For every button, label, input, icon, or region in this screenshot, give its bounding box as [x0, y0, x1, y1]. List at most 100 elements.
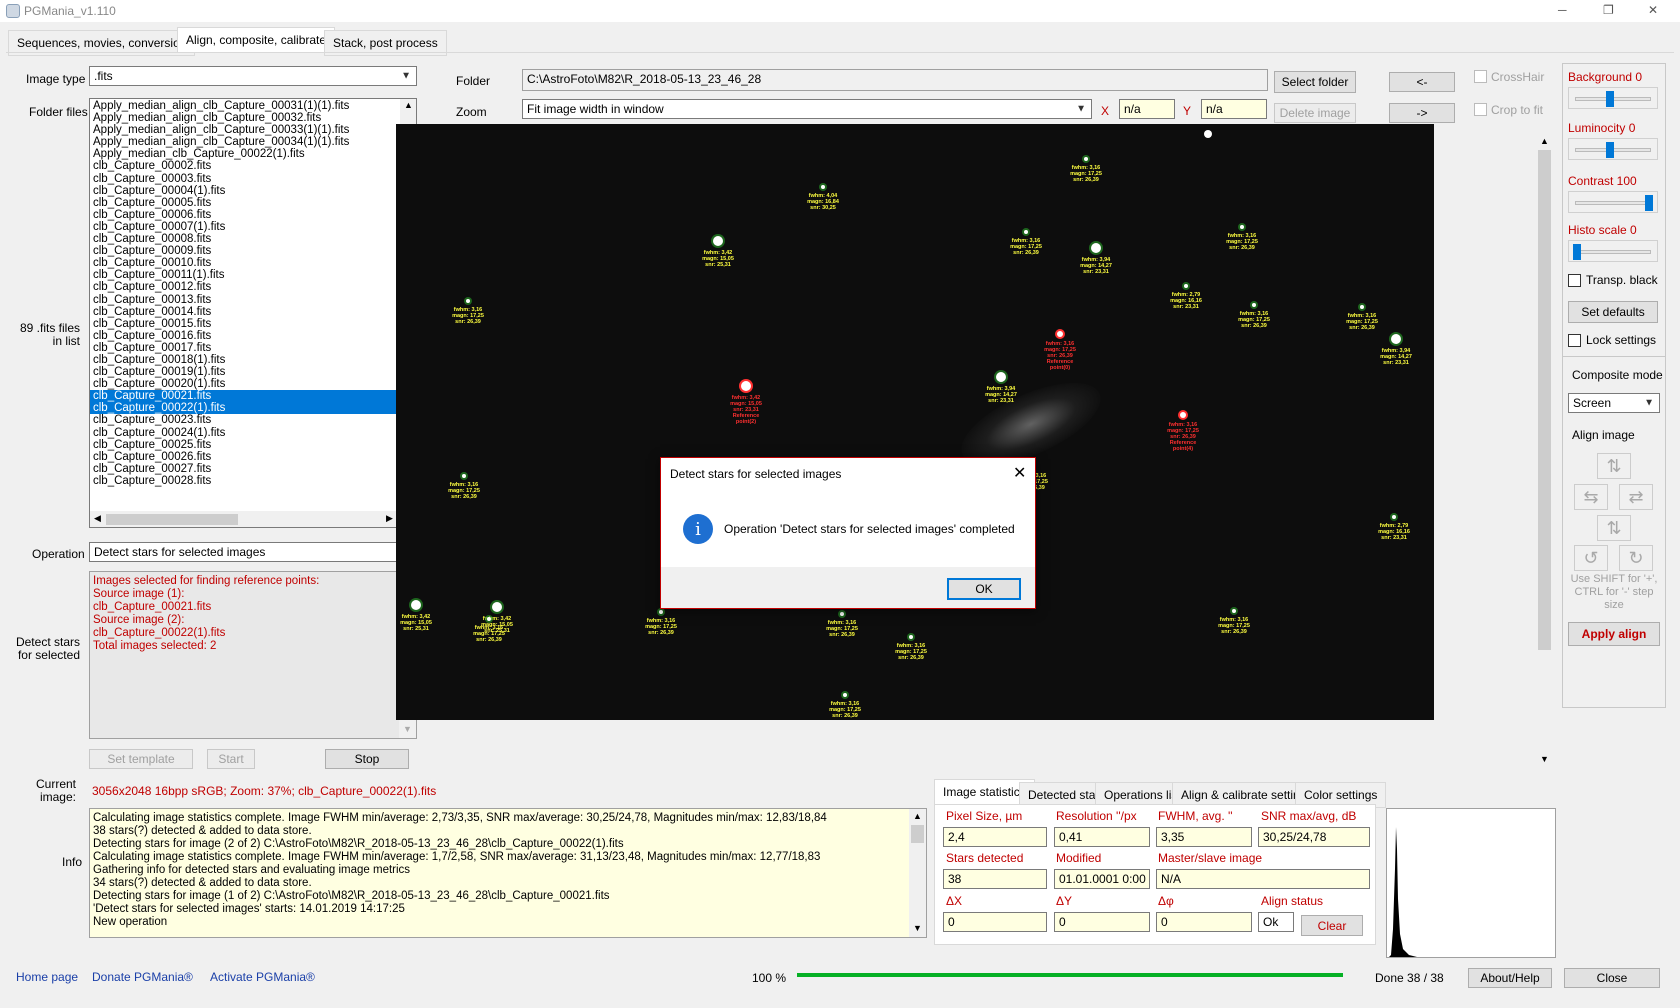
dx-field[interactable]: 0 [943, 912, 1047, 932]
file-list-item[interactable]: clb_Capture_00007(1).fits [90, 221, 400, 233]
file-list-item[interactable]: clb_Capture_00012.fits [90, 281, 400, 293]
slider-thumb[interactable] [1644, 195, 1653, 211]
delete-image-button[interactable]: Delete image [1274, 103, 1356, 123]
scroll-up-icon[interactable]: ▲ [913, 811, 922, 821]
file-list-item[interactable]: Apply_median_align_clb_Capture_00033(1)(… [90, 124, 400, 136]
image-scrollbar[interactable]: ▲ ▼ [1536, 136, 1553, 766]
stars-detected-field[interactable]: 38 [943, 869, 1047, 889]
apply-align-button[interactable]: Apply align [1568, 622, 1660, 646]
slider-thumb[interactable] [1606, 142, 1615, 158]
crosshair-checkbox[interactable] [1474, 70, 1487, 83]
maximize-icon[interactable]: ❐ [1603, 3, 1614, 17]
file-list-item[interactable]: clb_Capture_00017.fits [90, 342, 400, 354]
stop-button[interactable]: Stop [325, 749, 409, 769]
luminocity-slider[interactable] [1568, 138, 1658, 160]
next-image-button[interactable]: -> [1389, 103, 1455, 123]
scroll-left-icon[interactable]: ◀ [94, 513, 101, 524]
file-list-item[interactable]: clb_Capture_00008.fits [90, 233, 400, 245]
select-folder-button[interactable]: Select folder [1274, 71, 1356, 93]
operation-select[interactable]: Detect stars for selected images▼ [89, 542, 417, 562]
lock-settings-checkbox[interactable] [1568, 334, 1581, 347]
close-button[interactable]: Close [1564, 968, 1660, 988]
file-list-item[interactable]: clb_Capture_00022(1).fits [90, 402, 400, 415]
snr-field[interactable]: 30,25/24,78 [1258, 827, 1370, 847]
file-list-item[interactable]: clb_Capture_00004(1).fits [90, 185, 400, 197]
activate-link[interactable]: Activate PGMania® [210, 970, 315, 984]
transp-black-checkbox[interactable] [1568, 274, 1581, 287]
file-list-item[interactable]: clb_Capture_00028.fits [90, 475, 400, 487]
about-help-button[interactable]: About/Help [1468, 968, 1552, 988]
file-list-item[interactable]: Apply_median_align_clb_Capture_00032.fit… [90, 112, 400, 124]
y-coordinate-field[interactable]: n/a [1201, 99, 1267, 119]
start-button[interactable]: Start [207, 749, 255, 769]
file-list-item[interactable]: clb_Capture_00026.fits [90, 451, 400, 463]
file-list-item[interactable]: clb_Capture_00023.fits [90, 414, 400, 426]
home-page-link[interactable]: Home page [16, 970, 78, 984]
scroll-down-icon[interactable]: ▼ [1540, 754, 1549, 764]
clear-button[interactable]: Clear [1301, 915, 1363, 936]
file-list-item[interactable]: clb_Capture_00002.fits [90, 160, 400, 172]
file-list-item[interactable]: clb_Capture_00010.fits [90, 257, 400, 269]
zoom-select[interactable]: Fit image width in window ▼ [522, 99, 1092, 119]
scroll-down-icon[interactable]: ▼ [913, 923, 922, 933]
file-list-item[interactable]: clb_Capture_00016.fits [90, 330, 400, 342]
file-list-item[interactable]: clb_Capture_00027.fits [90, 463, 400, 475]
set-template-button[interactable]: Set template [89, 749, 193, 769]
file-list-item[interactable]: clb_Capture_00014.fits [90, 306, 400, 318]
file-list-item[interactable]: clb_Capture_00003.fits [90, 173, 400, 185]
master-slave-field[interactable]: N/A [1156, 869, 1370, 889]
info-scroll-thumb[interactable] [911, 825, 924, 843]
dphi-field[interactable]: 0 [1156, 912, 1252, 932]
x-coordinate-field[interactable]: n/a [1119, 99, 1175, 119]
file-list-item[interactable]: clb_Capture_00020(1).fits [90, 378, 400, 390]
donate-link[interactable]: Donate PGMania® [92, 970, 193, 984]
resolution-field[interactable]: 0,41 [1054, 827, 1150, 847]
align-status-field[interactable]: Ok [1258, 912, 1294, 932]
background-slider[interactable] [1568, 87, 1658, 109]
file-list-item[interactable]: Apply_median_clb_Capture_00022(1).fits [90, 148, 400, 160]
fwhm-field[interactable]: 3,35 [1156, 827, 1252, 847]
align-up-down-icon[interactable]: ⇅ [1597, 453, 1631, 479]
rotate-ccw-icon[interactable]: ↺ [1574, 545, 1608, 571]
file-list-item[interactable]: clb_Capture_00009.fits [90, 245, 400, 257]
file-list-item[interactable]: Apply_median_align_clb_Capture_00034(1)(… [90, 136, 400, 148]
astro-image-canvas[interactable]: fwhm: 3,42 magn: 15,05 snr: 25,31 fwhm: 3,1… [396, 124, 1434, 720]
info-scrollbar[interactable]: ▲ ▼ [909, 809, 926, 937]
dy-field[interactable]: 0 [1054, 912, 1150, 932]
histo-scale-slider[interactable] [1568, 240, 1658, 262]
tab-align[interactable]: Align, composite, calibrate [177, 27, 336, 53]
rotate-cw-icon[interactable]: ↻ [1619, 545, 1653, 571]
file-list-item[interactable]: clb_Capture_00018(1).fits [90, 354, 400, 366]
file-list-item[interactable]: clb_Capture_00021.fits [90, 390, 400, 403]
folder-files-list[interactable]: Apply_median_align_clb_Capture_00031(1)(… [89, 98, 417, 528]
h-scroll-thumb[interactable] [106, 514, 238, 525]
file-list-item[interactable]: clb_Capture_00011(1).fits [90, 269, 400, 281]
slider-thumb[interactable] [1573, 244, 1581, 260]
file-list-item[interactable]: clb_Capture_00015.fits [90, 318, 400, 330]
close-icon[interactable]: ✕ [1648, 3, 1658, 17]
list-horizontal-scrollbar[interactable]: ◀ ▶ [90, 511, 400, 527]
file-list-item[interactable]: clb_Capture_00025.fits [90, 439, 400, 451]
scroll-up-icon[interactable]: ▲ [404, 100, 413, 110]
folder-path-field[interactable]: C:\AstroFoto\M82\R_2018-05-13_23_46_28 [522, 69, 1268, 91]
image-type-select[interactable]: .fits ▼ [89, 66, 417, 86]
file-list-item[interactable]: clb_Capture_00006.fits [90, 209, 400, 221]
file-list-item[interactable]: clb_Capture_00019(1).fits [90, 366, 400, 378]
composite-mode-select[interactable]: Screen ▼ [1568, 393, 1660, 413]
file-list-item[interactable]: clb_Capture_00013.fits [90, 294, 400, 306]
contrast-slider[interactable] [1568, 191, 1658, 213]
scroll-down-icon[interactable]: ▼ [403, 724, 412, 734]
prev-image-button[interactable]: <- [1389, 72, 1455, 92]
minimize-icon[interactable]: ─ [1558, 3, 1567, 17]
pixel-size-field[interactable]: 2,4 [943, 827, 1047, 847]
scroll-up-icon[interactable]: ▲ [1540, 136, 1549, 146]
scroll-right-icon[interactable]: ▶ [386, 513, 393, 524]
dialog-ok-button[interactable]: OK [947, 578, 1021, 600]
modified-field[interactable]: 01.01.0001 0:00 [1054, 869, 1150, 889]
dialog-close-icon[interactable]: ✕ [1013, 463, 1026, 483]
align-left-icon[interactable]: ⇆ [1574, 484, 1608, 510]
file-list-item[interactable]: clb_Capture_00005.fits [90, 197, 400, 209]
align-vertical-icon[interactable]: ⇅ [1597, 515, 1631, 541]
image-scroll-thumb[interactable] [1538, 150, 1551, 650]
file-list-item[interactable]: clb_Capture_00024(1).fits [90, 427, 400, 439]
